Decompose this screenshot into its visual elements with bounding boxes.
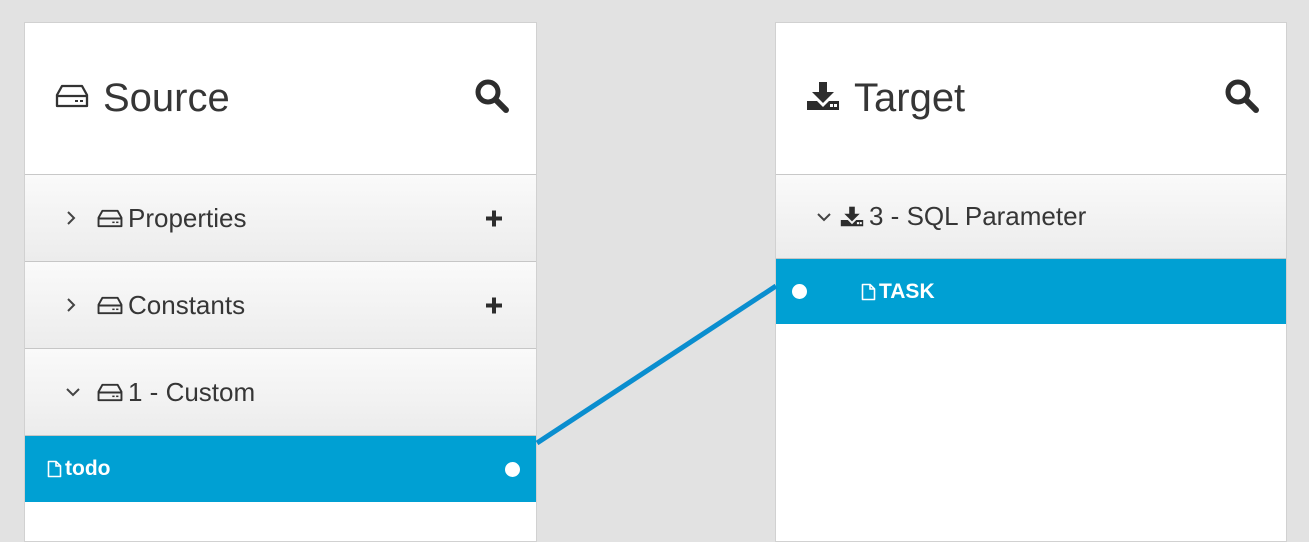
- source-title-text: Source: [103, 76, 230, 120]
- search-icon: [1224, 78, 1260, 119]
- add-constant-button[interactable]: [486, 290, 502, 321]
- target-title-text: Target: [854, 76, 966, 120]
- target-header: Target: [776, 23, 1286, 175]
- chevron-down-icon[interactable]: [816, 211, 838, 223]
- hard-drive-icon: [55, 84, 89, 113]
- source-group-properties[interactable]: Properties: [25, 175, 536, 262]
- group-label: 3 - SQL Parameter: [869, 201, 1087, 231]
- target-group-sql-parameter[interactable]: 3 - SQL Parameter: [776, 175, 1286, 259]
- group-label: Constants: [128, 289, 246, 320]
- field-label: todo: [65, 457, 111, 480]
- source-panel: Source Properties Constants 1 - Custom t…: [24, 22, 537, 542]
- mapping-connector-dot[interactable]: [792, 284, 807, 299]
- plus-icon: [486, 210, 502, 227]
- source-field-todo[interactable]: todo: [25, 436, 536, 502]
- plus-icon: [486, 297, 502, 314]
- download-icon: [806, 81, 840, 116]
- chevron-down-icon[interactable]: [65, 386, 87, 398]
- file-icon: [861, 283, 876, 301]
- target-field-task[interactable]: TASK: [776, 259, 1286, 324]
- group-label: 1 - Custom: [128, 376, 256, 407]
- mapping-connector-dot[interactable]: [505, 462, 520, 477]
- target-search-button[interactable]: [1224, 78, 1260, 119]
- target-title: Target: [806, 76, 965, 121]
- add-property-button[interactable]: [486, 203, 502, 234]
- source-title: Source: [55, 76, 230, 121]
- target-panel: Target 3 - SQL Parameter TASK: [775, 22, 1287, 542]
- hard-drive-icon: [97, 209, 123, 228]
- source-header: Source: [25, 23, 536, 175]
- search-icon: [474, 78, 510, 119]
- group-label: Properties: [128, 202, 247, 233]
- hard-drive-icon: [97, 383, 123, 402]
- file-icon: [47, 460, 62, 478]
- source-search-button[interactable]: [474, 78, 510, 119]
- source-group-custom[interactable]: 1 - Custom: [25, 349, 536, 436]
- chevron-right-icon[interactable]: [65, 297, 87, 313]
- source-group-constants[interactable]: Constants: [25, 262, 536, 349]
- download-icon: [840, 206, 864, 227]
- hard-drive-icon: [97, 296, 123, 315]
- field-label: TASK: [879, 279, 935, 303]
- chevron-right-icon[interactable]: [65, 210, 87, 226]
- mapping-line[interactable]: [535, 283, 778, 446]
